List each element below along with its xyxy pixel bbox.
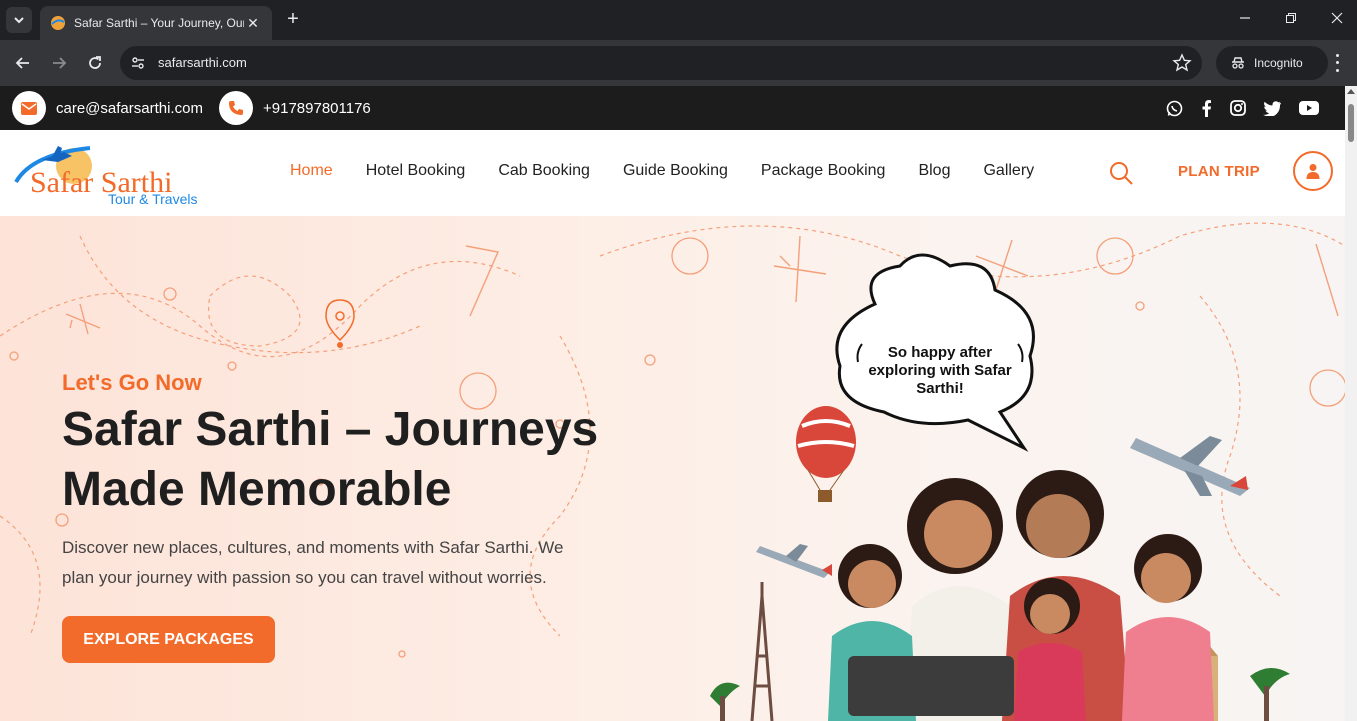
nav-blog[interactable]: Blog [918, 162, 950, 180]
browser-menu-button[interactable] [1330, 52, 1344, 74]
family-figures [828, 470, 1214, 721]
nav-cab-booking[interactable]: Cab Booking [498, 162, 590, 180]
site-settings-icon[interactable] [130, 55, 146, 71]
site-favicon-icon [51, 16, 65, 30]
minimize-icon [1240, 17, 1250, 19]
email-text: care@safarsarthi.com [56, 99, 203, 117]
youtube-link[interactable] [1298, 99, 1320, 117]
browser-tab-bar: Safar Sarthi – Your Journey, Our ✕ + [0, 0, 1357, 40]
hot-air-balloon-icon [796, 406, 856, 502]
bookmark-star-icon[interactable] [1172, 53, 1192, 73]
contact-topbar: care@safarsarthi.com +917897801176 [0, 86, 1345, 130]
page-scrollbar[interactable] [1345, 86, 1357, 721]
search-icon[interactable] [1108, 160, 1134, 186]
site-header: Safar Sarthi Tour & Travels Home Hotel B… [0, 130, 1345, 216]
facebook-link[interactable] [1196, 99, 1216, 117]
speech-bubble-text: So happy after exploring with Safar Sart… [868, 344, 1012, 397]
forward-button[interactable] [47, 51, 71, 75]
twitter-link[interactable] [1262, 99, 1282, 117]
family-travel-illustration [710, 406, 1290, 721]
nav-home[interactable]: Home [290, 162, 333, 180]
phone-text: +917897801176 [263, 99, 371, 117]
forward-arrow-icon [53, 57, 67, 69]
logo-tagline: Tour & Travels [108, 191, 197, 206]
close-window-button[interactable] [1326, 8, 1348, 30]
close-icon [1331, 12, 1343, 24]
hero-description: Discover new places, cultures, and momen… [62, 538, 564, 587]
incognito-icon [1232, 57, 1244, 69]
laptop-icon [848, 656, 1014, 716]
phone-icon [229, 101, 243, 115]
youtube-icon [1299, 101, 1319, 115]
main-nav: Home Hotel Booking Cab Booking Guide Boo… [290, 162, 1067, 180]
chevron-down-icon [14, 17, 24, 24]
whatsapp-link[interactable] [1164, 99, 1184, 117]
browser-tab[interactable]: Safar Sarthi – Your Journey, Our ✕ [40, 6, 272, 40]
tab-search-button[interactable] [6, 7, 32, 33]
scroll-up-arrow-icon[interactable] [1347, 89, 1355, 94]
instagram-icon [1230, 100, 1246, 116]
email-contact[interactable]: care@safarsarthi.com [12, 91, 203, 125]
instagram-link[interactable] [1228, 99, 1248, 117]
browser-toolbar: safarsarthi.com Incognito [0, 40, 1357, 86]
restore-button[interactable] [1280, 8, 1302, 30]
web-page: care@safarsarthi.com +917897801176 Safar… [0, 86, 1345, 721]
nav-package-booking[interactable]: Package Booking [761, 162, 886, 180]
new-tab-button[interactable]: + [282, 8, 304, 30]
reload-button[interactable] [83, 51, 107, 75]
back-arrow-icon [15, 57, 29, 69]
scroll-thumb[interactable] [1348, 104, 1354, 142]
eiffel-tower-icon [750, 582, 774, 721]
incognito-indicator[interactable]: Incognito [1216, 46, 1328, 80]
hero-title: Safar Sarthi – Journeys Made Memorable [62, 403, 599, 516]
reload-icon [89, 56, 101, 69]
minimize-button[interactable] [1234, 8, 1256, 30]
close-tab-icon[interactable]: ✕ [244, 15, 262, 32]
explore-packages-button[interactable]: EXPLORE PACKAGES [62, 616, 275, 663]
airplane-icon [1130, 436, 1250, 496]
safar-sarthi-logo[interactable]: Safar Sarthi Tour & Travels [12, 142, 217, 206]
back-button[interactable] [11, 51, 35, 75]
restore-icon [1286, 13, 1296, 23]
email-icon-circle [12, 91, 46, 125]
facebook-icon [1202, 99, 1211, 117]
nav-guide-booking[interactable]: Guide Booking [623, 162, 728, 180]
twitter-icon [1263, 100, 1281, 116]
plan-trip-button[interactable]: PLAN TRIP [1178, 163, 1260, 180]
user-account-button[interactable] [1293, 151, 1333, 191]
url-text: safarsarthi.com [158, 55, 247, 70]
phone-contact[interactable]: +917897801176 [219, 91, 371, 125]
phone-icon-circle [219, 91, 253, 125]
whatsapp-icon [1166, 100, 1182, 116]
incognito-label: Incognito [1254, 56, 1303, 70]
airplane-small-icon [756, 544, 832, 578]
hero-kicker: Let's Go Now [62, 370, 202, 395]
hero-section: So happy after exploring with Safar Sart… [0, 216, 1345, 721]
envelope-icon [21, 101, 37, 115]
nav-hotel-booking[interactable]: Hotel Booking [366, 162, 466, 180]
user-icon [1306, 164, 1320, 179]
address-bar[interactable]: safarsarthi.com [120, 46, 1202, 80]
nav-gallery[interactable]: Gallery [983, 162, 1034, 180]
tab-title: Safar Sarthi – Your Journey, Our [74, 16, 244, 30]
